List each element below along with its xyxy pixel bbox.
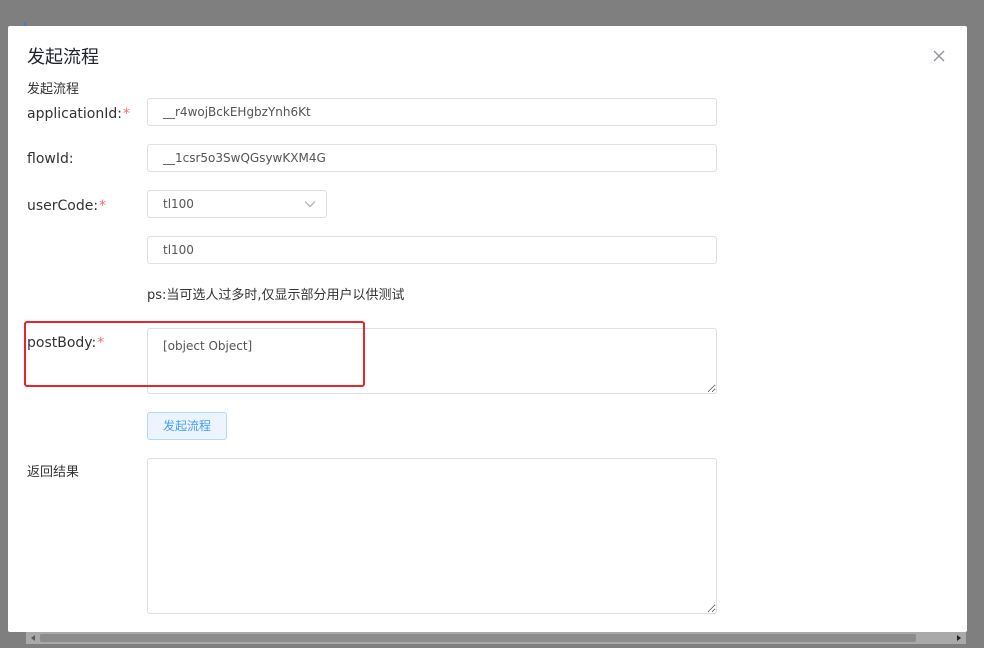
user-code-label-text: userCode: [27, 198, 99, 214]
application-id-label-text: applicationId: [27, 106, 122, 122]
user-code-select[interactable]: tl100 [147, 190, 327, 218]
post-body-label: postBody:* [27, 334, 104, 352]
post-body-label-text: postBody: [27, 335, 97, 351]
close-icon [933, 50, 945, 62]
user-code-label: userCode:* [27, 197, 106, 215]
user-code-input[interactable] [147, 236, 717, 264]
dialog-title: 发起流程 [27, 47, 99, 68]
post-body-textarea[interactable]: [object Object] [147, 328, 717, 394]
required-mark: * [97, 335, 105, 351]
user-code-selected-value: tl100 [163, 197, 194, 211]
horizontal-scrollbar[interactable] [26, 632, 966, 644]
application-id-label: applicationId:* [27, 105, 130, 123]
scroll-right-arrow-icon[interactable] [954, 633, 964, 643]
required-mark: * [122, 106, 130, 122]
start-flow-dialog: 发起流程 发起流程 applicationId:* flowId: userCo… [8, 26, 967, 632]
section-subtitle: 发起流程 [27, 82, 80, 97]
chevron-down-icon [304, 201, 316, 208]
scrollbar-thumb[interactable] [40, 634, 916, 642]
flow-id-label-text: flowId: [27, 151, 74, 167]
flow-id-label: flowId: [27, 150, 74, 168]
scroll-left-arrow-icon[interactable] [28, 633, 38, 643]
result-textarea[interactable] [147, 458, 717, 614]
result-label: 返回结果 [27, 465, 80, 480]
application-id-input[interactable] [147, 98, 717, 126]
close-button[interactable] [930, 47, 948, 65]
required-mark: * [99, 198, 107, 214]
user-code-hint: ps:当可选人过多时,仅显示部分用户以供测试 [147, 288, 405, 303]
flow-id-input[interactable] [147, 144, 717, 172]
start-flow-button[interactable]: 发起流程 [147, 412, 227, 440]
